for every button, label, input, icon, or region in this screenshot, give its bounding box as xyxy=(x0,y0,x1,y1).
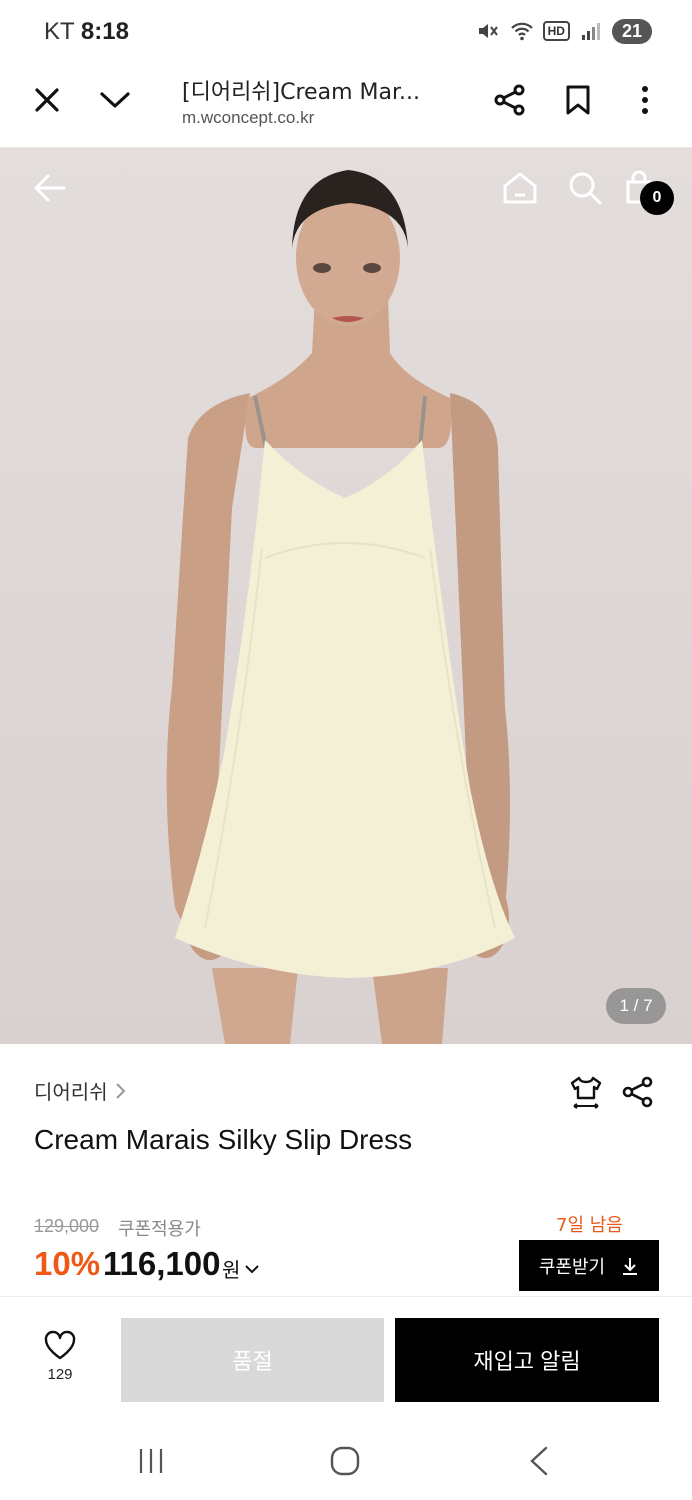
chevron-down-icon xyxy=(245,1264,260,1273)
download-icon xyxy=(623,1257,638,1275)
product-name: Cream Marais Silky Slip Dress xyxy=(34,1124,413,1155)
clock: 8:18 xyxy=(80,18,129,45)
signal-icon xyxy=(581,23,600,40)
page-title: [디어리쉬]Cream Mar... xyxy=(182,80,420,105)
bookmark-icon[interactable] xyxy=(560,82,596,118)
coupon-days-left: 7일 남음 xyxy=(556,1215,623,1236)
chevron-down-icon[interactable] xyxy=(97,82,133,118)
coupon-price-note: 쿠폰적용가 xyxy=(118,1219,201,1240)
price-detail-toggle[interactable]: 원 xyxy=(222,1254,260,1283)
chevron-right-icon xyxy=(115,1082,126,1099)
product-share-icon[interactable] xyxy=(620,1074,656,1110)
like-count: 129 xyxy=(47,1366,73,1383)
cart-count-badge: 0 xyxy=(640,181,674,215)
heart-icon xyxy=(44,1330,76,1360)
page-url[interactable]: m.wconcept.co.kr xyxy=(182,108,314,128)
hd-badge: HD xyxy=(542,21,570,41)
close-icon[interactable] xyxy=(29,82,65,118)
battery-indicator: 21 xyxy=(611,18,652,44)
size-guide-icon[interactable] xyxy=(568,1074,604,1110)
like-button[interactable]: 129 xyxy=(30,1330,90,1394)
home-icon[interactable] xyxy=(501,170,539,206)
search-icon[interactable] xyxy=(567,170,603,206)
brand-name: 디어리쉬 xyxy=(34,1080,108,1104)
product-image-carousel[interactable] xyxy=(0,148,692,1044)
wifi-icon xyxy=(510,22,533,41)
home-circle-icon[interactable] xyxy=(329,1445,361,1477)
carrier-time: KT 8:18 xyxy=(44,18,129,46)
original-price: 129,000 xyxy=(34,1216,100,1236)
status-bar: KT 8:18 HD 21 xyxy=(0,0,692,66)
mute-icon xyxy=(478,24,498,38)
product-photo xyxy=(166,170,515,1044)
restock-alert-button[interactable]: 재입고 알림 xyxy=(395,1318,659,1402)
share-icon[interactable] xyxy=(492,82,528,118)
more-vert-icon[interactable] xyxy=(627,82,663,118)
divider xyxy=(0,1296,692,1297)
currency-label: 원 xyxy=(222,1258,241,1282)
get-coupon-button[interactable]: 쿠폰받기 xyxy=(519,1240,659,1291)
coupon-button-label: 쿠폰받기 xyxy=(538,1256,606,1277)
browser-toolbar: [디어리쉬]Cream Mar... m.wconcept.co.kr xyxy=(0,66,692,148)
discount-rate: 10% xyxy=(34,1245,101,1282)
status-icons: HD 21 xyxy=(475,18,652,44)
sale-price: 116,100 xyxy=(103,1245,221,1282)
soldout-button: 품절 xyxy=(121,1318,384,1402)
brand-link[interactable]: 디어리쉬 xyxy=(34,1076,128,1105)
image-page-indicator: 1 / 7 xyxy=(606,988,666,1024)
back-arrow-icon[interactable] xyxy=(32,170,68,206)
android-nav-bar xyxy=(0,1420,692,1500)
recent-apps-icon[interactable] xyxy=(136,1446,166,1476)
carrier-label: KT xyxy=(44,18,75,45)
nav-back-icon[interactable] xyxy=(526,1445,552,1477)
